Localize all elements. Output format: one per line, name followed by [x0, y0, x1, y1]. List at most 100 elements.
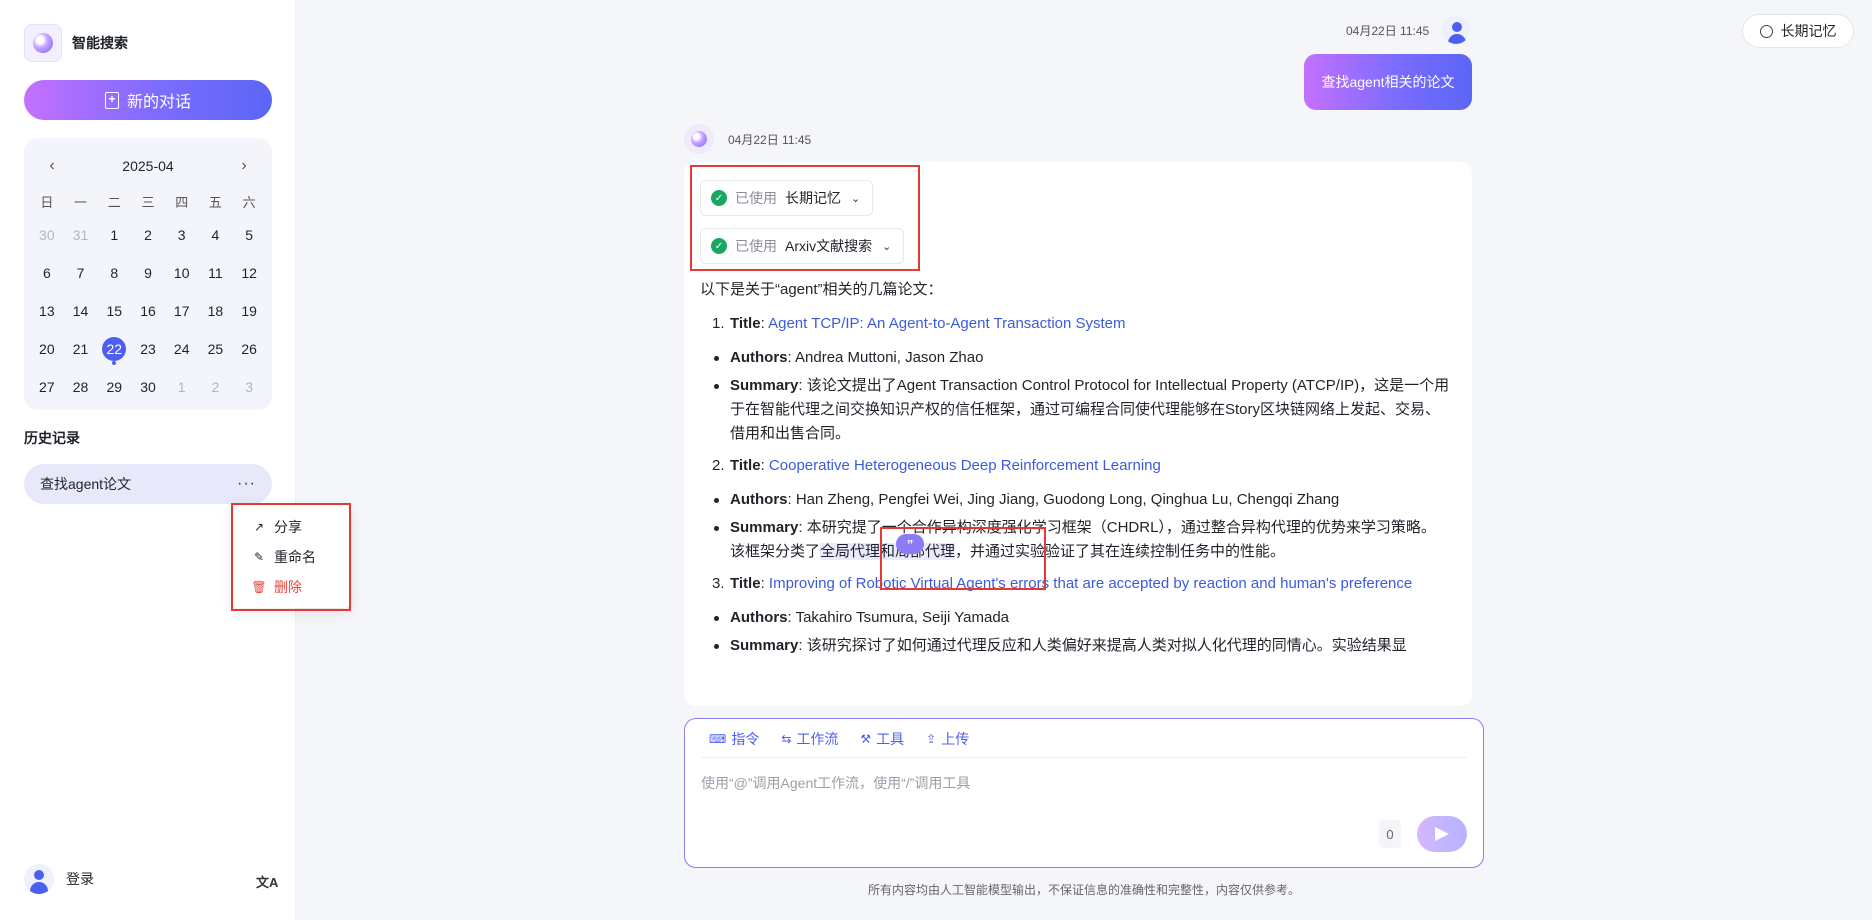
chevron-right-icon[interactable]: › [234, 157, 254, 175]
paper-title-link[interactable]: Cooperative Heterogeneous Deep Reinforce… [769, 457, 1161, 474]
calendar-day[interactable]: 30 [131, 368, 165, 406]
calendar-day[interactable]: 17 [165, 292, 199, 330]
calendar-grid: 日一二三四五六 30 31 1 2 3 4 5 6 7 8 9 10 11 12 13 14 15 16 17 18 19… [30, 186, 266, 406]
paper-summary: Summary: 该论文提出了Agent Transaction Control… [714, 374, 1450, 446]
authors-value: Takahiro Tsumura, Seiji Yamada [795, 609, 1010, 626]
new-chat-button[interactable]: 新的对话 [24, 80, 272, 120]
calendar-day[interactable]: 21 [64, 330, 98, 368]
calendar-day-number: 13 [39, 303, 55, 319]
rename-menu-item[interactable]: ✎ 重命名 [232, 542, 350, 572]
calendar-day[interactable]: 22 [97, 330, 131, 368]
memory-label: 长期记忆 [1780, 23, 1837, 39]
calendar-day[interactable]: 11 [199, 254, 233, 292]
calendar-day-number: 1 [110, 227, 119, 243]
paper-number: 1. [712, 315, 725, 332]
calendar-day-number: 1 [177, 379, 186, 395]
paper-authors: Authors: Takahiro Tsumura, Seiji Yamada [714, 606, 1450, 630]
calendar-day-number: 27 [39, 379, 55, 395]
calendar-day[interactable]: 30 [30, 216, 64, 254]
calendar-day[interactable]: 3 [165, 216, 199, 254]
calendar-day[interactable]: 26 [232, 330, 266, 368]
calendar-day[interactable]: 1 [165, 368, 199, 406]
disclaimer: 所有内容均由人工智能模型输出，不保证信息的准确性和完整性，内容仅供参考。 [867, 883, 1300, 897]
weekday-label: 一 [74, 194, 88, 210]
calendar-day[interactable]: 2 [199, 368, 233, 406]
calendar-day-number: 15 [106, 303, 123, 319]
weekday-label: 三 [141, 194, 155, 210]
calendar-day[interactable]: 14 [64, 292, 98, 330]
calendar-day[interactable]: 27 [30, 368, 64, 406]
translate-icon[interactable]: 文A [256, 872, 278, 891]
selected-text[interactable]: 全局代理和局部代理 [820, 543, 956, 560]
tools-label: 工具 [876, 731, 905, 747]
calendar-day[interactable]: 25 [199, 330, 233, 368]
paper-authors: Authors: Andrea Muttoni, Jason Zhao [714, 346, 1450, 370]
send-button[interactable] [1417, 816, 1467, 852]
calendar-day[interactable]: 16 [131, 292, 165, 330]
calendar-day-number: 3 [177, 227, 186, 243]
calendar-day[interactable]: 18 [199, 292, 233, 330]
calendar-day[interactable]: 23 [131, 330, 165, 368]
chat-input[interactable] [701, 775, 1441, 791]
calendar-day[interactable]: 8 [97, 254, 131, 292]
title-label: Title [730, 315, 761, 332]
workflow-button[interactable]: ⇆ 工作流 [781, 729, 838, 749]
calendar-day[interactable]: 28 [64, 368, 98, 406]
history-item[interactable]: 查找agent论文 ··· [24, 464, 272, 504]
calendar-day[interactable]: 19 [232, 292, 266, 330]
calendar-day[interactable]: 15 [97, 292, 131, 330]
more-icon[interactable]: ··· [237, 475, 256, 493]
calendar-day[interactable]: 9 [131, 254, 165, 292]
calendar-day[interactable]: 6 [30, 254, 64, 292]
calendar-month: 2025-04 [122, 158, 174, 174]
upload-button[interactable]: ⇪ 上传 [926, 729, 969, 749]
calendar-day[interactable]: 29 [97, 368, 131, 406]
command-button[interactable]: ⌨ 指令 [709, 729, 759, 749]
user-message: 查找agent相关的论文 [1304, 54, 1472, 110]
calendar-day-number: 14 [72, 303, 89, 319]
upload-label: 上传 [941, 731, 970, 747]
summary-label: Summary [730, 519, 799, 536]
share-menu-item[interactable]: ↗ 分享 [232, 512, 350, 542]
delete-menu-item[interactable]: 🗑 删除 [232, 572, 350, 602]
long-term-memory-button[interactable]: 长期记忆 [1742, 14, 1854, 48]
authors-label: Authors [730, 491, 788, 508]
title-label: Title [730, 457, 761, 474]
paper-number: 3. [712, 575, 725, 592]
calendar-day[interactable]: 2 [131, 216, 165, 254]
input-toolbar: ⌨ 指令 ⇆ 工作流 ⚒ 工具 ⇪ 上传 [709, 729, 969, 749]
paper-summary: Summary: 本研究提了一个合作异构深度强化学习框架（CHDRL），通过整合… [714, 516, 1450, 564]
tools-button[interactable]: ⚒ 工具 [860, 729, 904, 749]
calendar-day[interactable]: 24 [165, 330, 199, 368]
chat-input-box: ⌨ 指令 ⇆ 工作流 ⚒ 工具 ⇪ 上传 0 [684, 718, 1484, 868]
calendar-day[interactable]: 31 [64, 216, 98, 254]
app-name: 智能搜索 [72, 35, 128, 51]
weekday-label: 日 [40, 194, 54, 210]
tool-chip-arxiv[interactable]: ✓ 已使用 Arxiv文献搜索 ⌄ [700, 228, 905, 264]
workflow-icon: ⇆ [781, 732, 792, 746]
calendar-day[interactable]: 5 [232, 216, 266, 254]
calendar-day-number: 16 [140, 303, 156, 319]
paper-number: 2. [712, 457, 725, 474]
calendar-day[interactable]: 3 [232, 368, 266, 406]
brand[interactable]: 智能搜索 [24, 24, 128, 62]
tool-chip-memory[interactable]: ✓ 已使用 长期记忆 ⌄ [700, 180, 874, 216]
calendar-day-number: 7 [76, 265, 85, 281]
calendar-day[interactable]: 12 [232, 254, 266, 292]
login-button[interactable]: 登录 [24, 864, 94, 894]
calendar-day[interactable]: 13 [30, 292, 64, 330]
calendar-day-number: 11 [208, 265, 223, 281]
quote-icon[interactable]: ” [896, 534, 924, 554]
paper-title-link[interactable]: Improving of Robotic Virtual Agent's err… [769, 575, 1412, 592]
calendar-day[interactable]: 1 [97, 216, 131, 254]
weekday-label: 六 [242, 194, 256, 210]
calendar-day[interactable]: 4 [199, 216, 233, 254]
new-document-icon [104, 91, 119, 109]
calendar-day[interactable]: 20 [30, 330, 64, 368]
user-message-time: 04月22日 11:45 [1346, 24, 1430, 38]
paper-title-link[interactable]: Agent TCP/IP: An Agent-to-Agent Transact… [768, 315, 1125, 332]
calendar-day[interactable]: 10 [165, 254, 199, 292]
chevron-left-icon[interactable]: ‹ [42, 157, 62, 175]
calendar-day[interactable]: 7 [64, 254, 98, 292]
bot-message-time: 04月22日 11:45 [728, 133, 812, 147]
